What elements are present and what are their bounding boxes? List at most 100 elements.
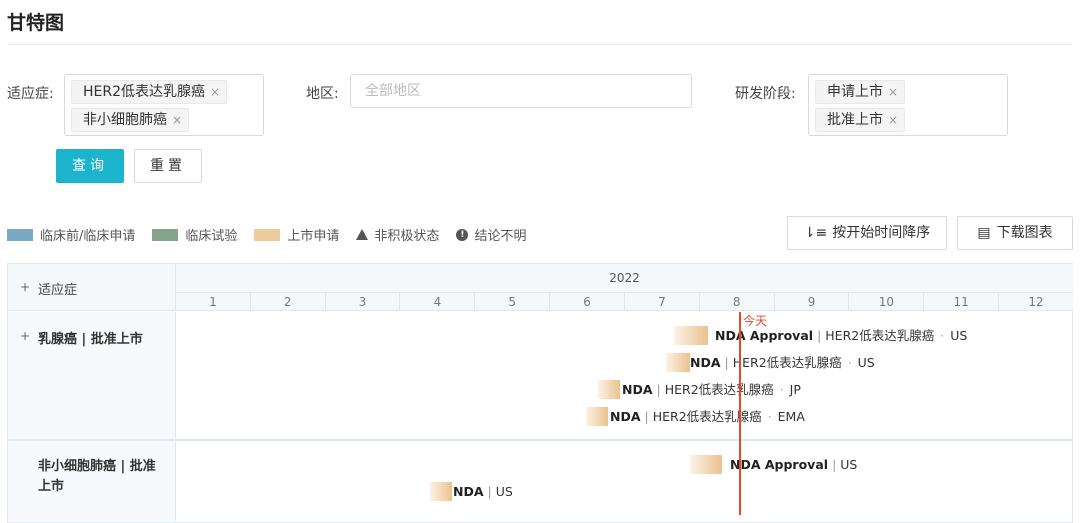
bar-indication: HER2低表达乳腺癌 [825, 328, 935, 343]
sort-icon: ⇂≡ [803, 225, 828, 241]
legend: 临床前/临床申请 临床试验 上市申请 非积极状态 ! 结论不明 [7, 225, 543, 244]
legend-item: 临床试验 [152, 225, 237, 244]
legend-item: 非积极状态 [356, 225, 439, 244]
month-label: 7 [625, 293, 700, 310]
bar-region: US [495, 484, 513, 499]
bar-region: US [857, 355, 875, 370]
close-icon[interactable]: × [210, 85, 220, 99]
page-title: 甘特图 [7, 12, 65, 34]
legend-label: 临床试验 [185, 229, 238, 244]
group-timeline: NDA Approval | US NDA | US [176, 441, 1072, 521]
month-label: 6 [550, 293, 625, 310]
bar-label: NDA | HER2低表达乳腺癌 · JP [622, 380, 801, 399]
bar-region: US [950, 328, 968, 343]
legend-item: 临床前/临床申请 [7, 225, 135, 244]
gantt-chart: + 适应症 2022 1 2 3 4 5 6 7 8 9 10 11 12 + … [7, 263, 1073, 523]
month-label: 9 [775, 293, 850, 310]
gantt-bar[interactable] [666, 353, 690, 372]
gantt-group: + 乳腺癌 | 批准上市 NDA Approval | HER2低表达乳腺癌 · US … [8, 312, 1072, 441]
gantt-header-indication: + 适应症 [8, 264, 176, 311]
gantt-bar[interactable] [586, 407, 608, 426]
close-icon[interactable]: × [888, 113, 898, 127]
bar-type: NDA [453, 484, 484, 499]
gantt-months: 1 2 3 4 5 6 7 8 9 10 11 12 [176, 293, 1073, 311]
bar-type: NDA Approval [730, 457, 829, 472]
expand-icon[interactable]: + [20, 329, 30, 343]
close-icon[interactable]: × [888, 85, 898, 99]
month-label: 11 [924, 293, 1000, 310]
separator: · [767, 409, 772, 424]
sort-button[interactable]: ⇂≡ 按开始时间降序 [787, 216, 947, 250]
today-label: 今天 [743, 314, 768, 328]
stage-tag: 申请上市 × [815, 80, 906, 104]
tag-label: 非小细胞肺癌 [83, 112, 167, 128]
tag-label: 申请上市 [827, 84, 883, 100]
legend-label: 临床前/临床申请 [40, 229, 136, 244]
legend-swatch [254, 228, 281, 241]
download-label: 下载图表 [996, 225, 1053, 241]
indication-select[interactable]: HER2低表达乳腺癌 × 非小细胞肺癌 × [64, 74, 264, 136]
indication-tag: 非小细胞肺癌 × [71, 108, 190, 132]
legend-swatch [7, 228, 33, 241]
bar-type: NDA Approval [715, 328, 814, 343]
month-label: 8 [700, 293, 775, 310]
stage-select[interactable]: 申请上市 × 批准上市 × [808, 74, 1008, 136]
gantt-bar[interactable] [430, 482, 452, 501]
separator: | [724, 355, 729, 370]
query-button[interactable]: 查询 [56, 149, 124, 183]
month-label: 5 [475, 293, 551, 310]
legend-label: 结论不明 [474, 229, 527, 244]
month-label: 1 [176, 293, 251, 310]
bar-indication: HER2低表达乳腺癌 [664, 382, 774, 397]
region-select[interactable]: 全部地区 [350, 74, 692, 108]
group-label[interactable]: + 乳腺癌 | 批准上市 [8, 312, 176, 439]
month-label: 2 [251, 293, 326, 310]
triangle-icon [356, 229, 369, 240]
download-button[interactable]: ▤ 下载图表 [957, 216, 1073, 250]
gantt-bar[interactable] [598, 380, 620, 399]
separator: · [779, 382, 784, 397]
bar-type: NDA [622, 382, 653, 397]
legend-item: 上市申请 [254, 225, 339, 244]
month-label: 3 [326, 293, 401, 310]
sort-label: 按开始时间降序 [832, 225, 931, 241]
title-divider [7, 44, 1073, 45]
separator: · [847, 355, 852, 370]
bar-label: NDA | US [453, 482, 513, 501]
tag-label: HER2低表达乳腺癌 [83, 84, 206, 100]
reset-button[interactable]: 重置 [134, 149, 202, 183]
bar-indication: HER2低表达乳腺癌 [652, 409, 762, 424]
separator: | [487, 484, 492, 499]
separator: | [656, 382, 661, 397]
close-icon[interactable]: × [172, 113, 182, 127]
header-label: 适应症 [38, 283, 78, 298]
separator: | [832, 457, 837, 472]
today-line [739, 312, 741, 515]
bar-label: NDA Approval | US [730, 455, 857, 474]
gantt-bar[interactable] [674, 326, 708, 345]
legend-label: 非积极状态 [374, 229, 440, 244]
separator: | [644, 409, 649, 424]
expand-all-icon[interactable]: + [20, 280, 30, 294]
indication-label: 适应症: [7, 86, 54, 102]
legend-label: 上市申请 [287, 229, 340, 244]
group-title: 非小细胞肺癌 | 批准上市 [38, 459, 156, 494]
bar-type: NDA [610, 409, 641, 424]
gantt-year: 2022 [176, 264, 1073, 293]
bar-region: US [840, 457, 858, 472]
region-label: 地区: [306, 86, 339, 102]
group-timeline: NDA Approval | HER2低表达乳腺癌 · US NDA | HER2低表达乳腺… [176, 312, 1072, 439]
download-icon: ▤ [977, 225, 991, 241]
month-label: 10 [849, 293, 925, 310]
tag-label: 批准上市 [827, 112, 883, 128]
bar-region: JP [789, 382, 801, 397]
month-label: 4 [400, 293, 476, 310]
gantt-bar[interactable] [690, 455, 722, 474]
bar-type: NDA [690, 355, 721, 370]
group-title: 乳腺癌 | 批准上市 [38, 332, 143, 347]
group-label[interactable]: 非小细胞肺癌 | 批准上市 [8, 441, 176, 521]
bar-region: EMA [777, 409, 805, 424]
stage-label: 研发阶段: [735, 86, 796, 102]
indication-tag: HER2低表达乳腺癌 × [71, 80, 228, 104]
separator: | [817, 328, 822, 343]
